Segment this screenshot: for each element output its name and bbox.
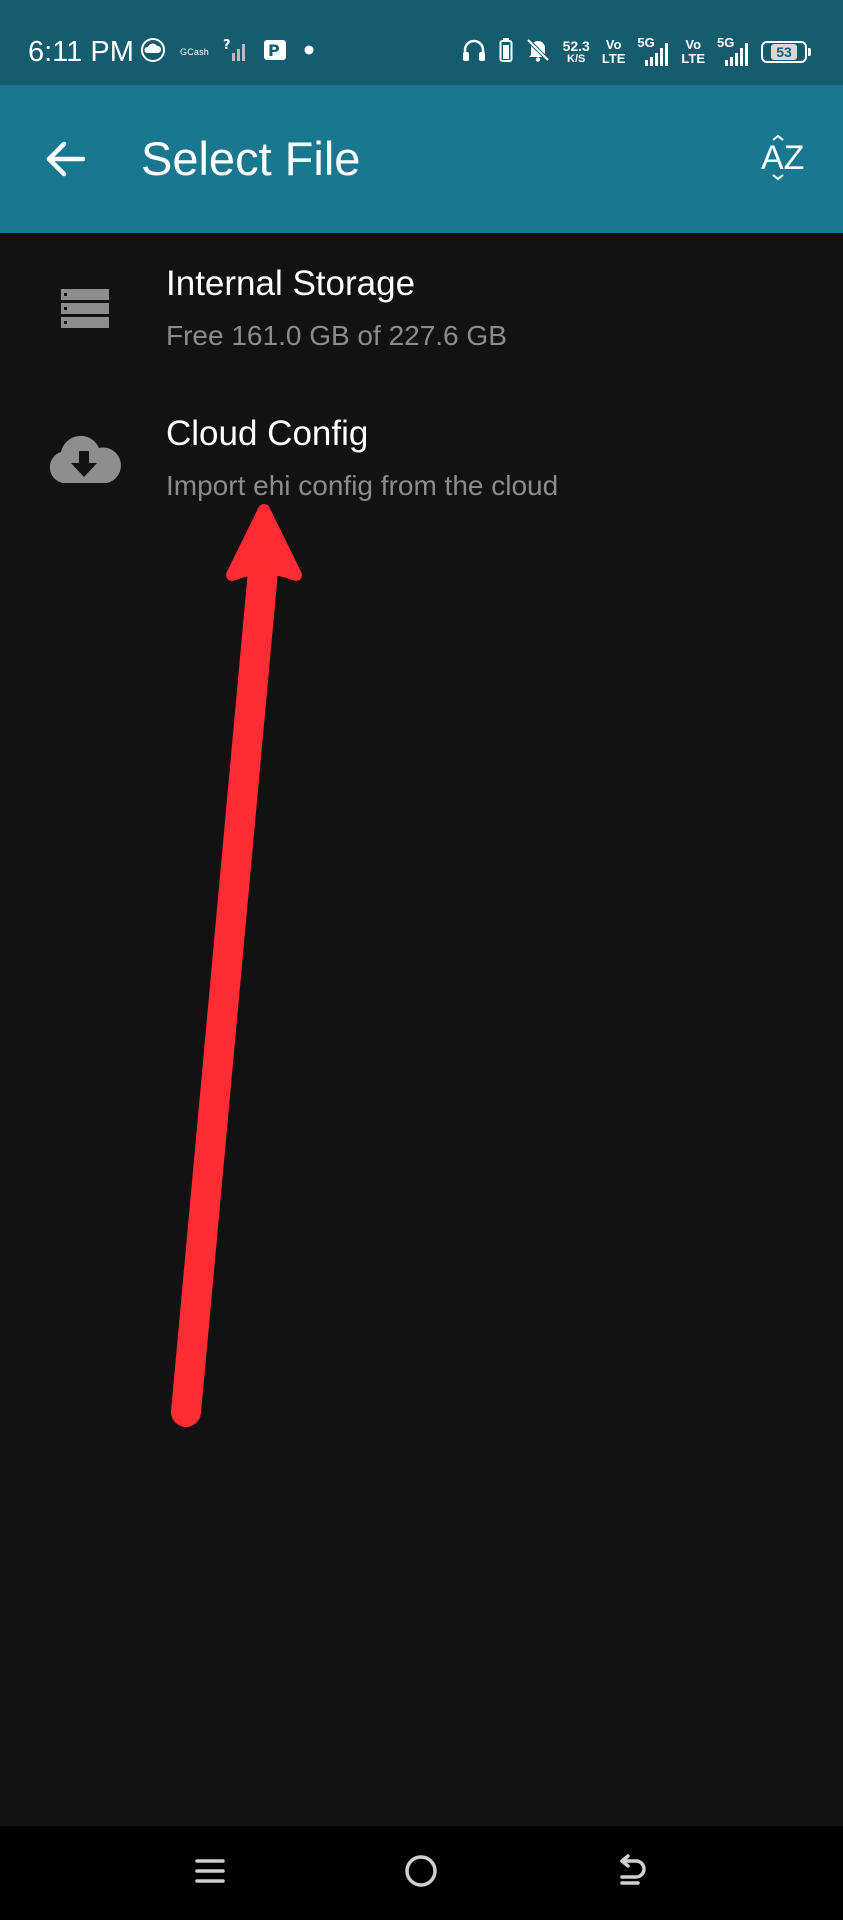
signal-icon-sim2: 5G [717, 36, 749, 68]
storage-icon [40, 269, 130, 349]
system-nav-bar [0, 1826, 843, 1920]
net-speed: 52.3 K/S [563, 39, 590, 65]
nav-back-button[interactable] [602, 1843, 662, 1903]
sort-button[interactable]: AZ [751, 126, 821, 196]
sort-az-icon: AZ [759, 134, 813, 189]
volte-sim1: Vo LTE [602, 38, 626, 66]
storage-list: Internal Storage Free 161.0 GB of 227.6 … [0, 233, 843, 533]
back-button[interactable] [30, 126, 100, 196]
list-item-title: Cloud Config [166, 414, 369, 453]
battery-icon: 53 [761, 41, 811, 63]
battery-saver-icon [499, 37, 513, 68]
list-item-internal-storage[interactable]: Internal Storage Free 161.0 GB of 227.6 … [0, 233, 843, 383]
status-time: 6:11 PM [28, 36, 134, 68]
headphones-icon [461, 37, 487, 68]
parking-icon: P [263, 38, 287, 67]
status-bar: 6:11 PM GCash ? P 52.3 K/S Vo LTE 5G Vo … [0, 0, 843, 85]
volte-sim2-bottom: LTE [681, 51, 705, 66]
list-item-subtitle: Import ehi config from the cloud [166, 470, 559, 501]
net-speed-unit: K/S [567, 53, 586, 65]
dot-icon [301, 42, 317, 63]
arrow-left-icon [43, 139, 87, 184]
bell-muted-icon [525, 37, 551, 68]
home-button[interactable] [391, 1843, 451, 1903]
list-item-title: Internal Storage [166, 264, 416, 303]
back-icon [612, 1851, 652, 1896]
list-item-subtitle: Free 161.0 GB of 227.6 GB [166, 320, 507, 351]
page-title: Select File [141, 132, 361, 185]
app-bar: Select File AZ [0, 85, 843, 233]
gcash-label: GCash [180, 47, 210, 57]
svg-text:P: P [268, 41, 280, 60]
signal-icon: 5G [637, 36, 669, 68]
volte-sim2-top: Vo [685, 37, 702, 52]
status-right-icons: 52.3 K/S Vo LTE 5G Vo LTE 5G 53 [461, 32, 811, 72]
status-left-icons: GCash ? P [140, 36, 317, 68]
home-icon [401, 1851, 441, 1896]
annotation-arrow-shaft [171, 545, 279, 1427]
net-speed-value: 52.3 [562, 38, 590, 54]
volte-sim1-bottom: LTE [601, 51, 626, 66]
volte-sim2: Vo LTE [681, 38, 705, 66]
menu-button[interactable] [180, 1843, 240, 1903]
svg-text:?: ? [223, 38, 231, 53]
battery-level: 53 [771, 44, 797, 60]
cloud-icon [140, 37, 166, 67]
signal-no-service-icon: ? [223, 37, 249, 68]
menu-icon [192, 1853, 228, 1894]
cloud-download-icon [40, 419, 130, 499]
sort-az-label: AZ [761, 139, 804, 177]
list-item-cloud-config[interactable]: Cloud Config Import ehi config from the … [0, 383, 843, 533]
volte-sim1-top: Vo [605, 37, 622, 52]
